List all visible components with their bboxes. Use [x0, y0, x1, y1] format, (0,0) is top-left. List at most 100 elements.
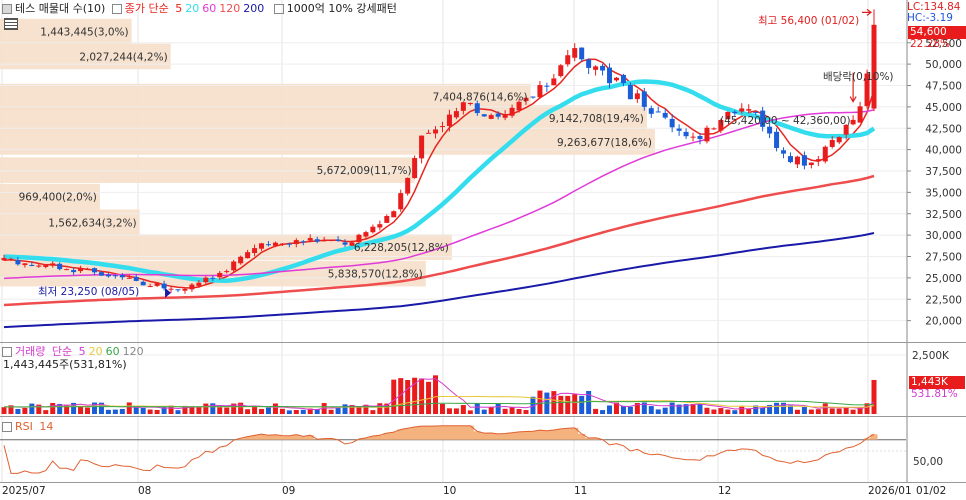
candle-body[interactable]	[224, 271, 230, 273]
volume-bar[interactable]	[808, 409, 814, 414]
candle-body[interactable]	[579, 47, 585, 60]
candle-body[interactable]	[781, 150, 787, 154]
volume-ma-5[interactable]: 5	[79, 345, 86, 358]
candle-body[interactable]	[133, 276, 139, 281]
volume-bar[interactable]	[718, 408, 724, 414]
volume-bar[interactable]	[746, 408, 752, 414]
candle-body[interactable]	[105, 274, 111, 277]
legend-ma-20[interactable]: 20	[185, 2, 199, 15]
volume-bar[interactable]	[794, 409, 800, 414]
candle-body[interactable]	[551, 78, 557, 86]
volume-bar[interactable]	[15, 408, 21, 414]
candle-body[interactable]	[259, 243, 265, 249]
candle-body[interactable]	[85, 268, 91, 270]
volume-bar[interactable]	[523, 410, 529, 414]
volume-title[interactable]: 거래량	[15, 345, 45, 358]
candle-body[interactable]	[662, 112, 668, 118]
candle-body[interactable]	[433, 129, 439, 134]
candle-body[interactable]	[307, 238, 313, 241]
candle-body[interactable]	[600, 65, 606, 71]
candle-body[interactable]	[836, 137, 842, 143]
volume-bar[interactable]	[126, 402, 132, 414]
volume-bar[interactable]	[245, 409, 251, 414]
volume-bar[interactable]	[85, 407, 91, 414]
volume-ma-periods[interactable]: 5 20 60 120	[79, 345, 147, 358]
volume-bar[interactable]	[105, 409, 111, 414]
candle-body[interactable]	[286, 243, 292, 245]
candle-body[interactable]	[558, 65, 564, 77]
candle-body[interactable]	[71, 270, 77, 273]
candle-body[interactable]	[119, 274, 125, 278]
candle-body[interactable]	[829, 139, 835, 147]
volume-bar[interactable]	[662, 407, 668, 414]
volume-bar[interactable]	[439, 403, 445, 414]
rsi-title[interactable]: RSI	[15, 420, 33, 433]
volume-bar[interactable]	[175, 410, 181, 414]
volume-bar[interactable]	[453, 408, 459, 414]
volume-bar[interactable]	[342, 404, 348, 414]
legend-ma-60[interactable]: 60	[202, 2, 216, 15]
volume-bar[interactable]	[669, 402, 675, 414]
candle-body[interactable]	[537, 85, 543, 98]
volume-bar[interactable]	[850, 409, 856, 414]
volume-bar[interactable]	[370, 410, 376, 414]
candle-body[interactable]	[474, 103, 480, 114]
note-settings-icon[interactable]	[273, 4, 284, 14]
candle-body[interactable]	[488, 115, 494, 119]
candle-body[interactable]	[426, 132, 432, 134]
candle-body[interactable]	[245, 252, 251, 259]
candle-body[interactable]	[168, 288, 174, 290]
candle-body[interactable]	[43, 265, 49, 267]
candle-body[interactable]	[746, 109, 752, 111]
candle-body[interactable]	[502, 114, 508, 118]
volume-bar[interactable]	[460, 405, 466, 414]
candle-body[interactable]	[808, 162, 814, 166]
candle-body[interactable]	[822, 146, 828, 162]
candle-body[interactable]	[607, 67, 613, 84]
candle-body[interactable]	[370, 226, 376, 233]
candle-body[interactable]	[495, 113, 501, 117]
volume-bar[interactable]	[300, 409, 306, 414]
candle-body[interactable]	[439, 126, 445, 128]
volume-bar[interactable]	[739, 406, 745, 414]
volume-bar[interactable]	[871, 379, 877, 414]
rsi-settings-icon[interactable]	[2, 422, 12, 432]
volume-settings-icon[interactable]	[2, 347, 12, 357]
candle-body[interactable]	[314, 239, 320, 242]
candle-body[interactable]	[140, 281, 146, 286]
candle-body[interactable]	[767, 126, 773, 134]
volume-bar[interactable]	[433, 375, 439, 414]
candle-body[interactable]	[857, 106, 863, 123]
candle-body[interactable]	[64, 269, 70, 271]
candle-body[interactable]	[147, 286, 153, 288]
volume-bar[interactable]	[238, 402, 244, 414]
volume-bar[interactable]	[286, 410, 292, 414]
candle-body[interactable]	[8, 258, 14, 260]
volume-bar[interactable]	[252, 406, 258, 414]
candle-body[interactable]	[711, 128, 717, 130]
volume-bar[interactable]	[391, 379, 397, 414]
candle-body[interactable]	[572, 48, 578, 58]
volume-bar[interactable]	[335, 407, 341, 414]
candle-body[interactable]	[154, 283, 160, 286]
volume-bar[interactable]	[509, 407, 515, 414]
legend-ma-periods[interactable]: 5 20 60 120 200	[175, 2, 267, 15]
volume-bar[interactable]	[704, 407, 710, 414]
volume-bar[interactable]	[412, 377, 418, 414]
volume-bar[interactable]	[481, 409, 487, 414]
candle-body[interactable]	[850, 119, 856, 125]
volume-bar[interactable]	[579, 395, 585, 414]
volume-bar[interactable]	[572, 394, 578, 414]
volume-bar[interactable]	[815, 409, 821, 414]
candle-body[interactable]	[210, 277, 216, 279]
volume-bar[interactable]	[774, 402, 780, 414]
candle-body[interactable]	[815, 159, 821, 162]
candle-body[interactable]	[544, 85, 550, 87]
volume-bar[interactable]	[467, 410, 473, 414]
candle-body[interactable]	[1, 258, 7, 261]
candle-body[interactable]	[252, 248, 258, 254]
volume-bar[interactable]	[154, 409, 160, 414]
candle-body[interactable]	[279, 243, 285, 245]
candle-body[interactable]	[384, 216, 390, 223]
candle-body[interactable]	[217, 272, 223, 278]
